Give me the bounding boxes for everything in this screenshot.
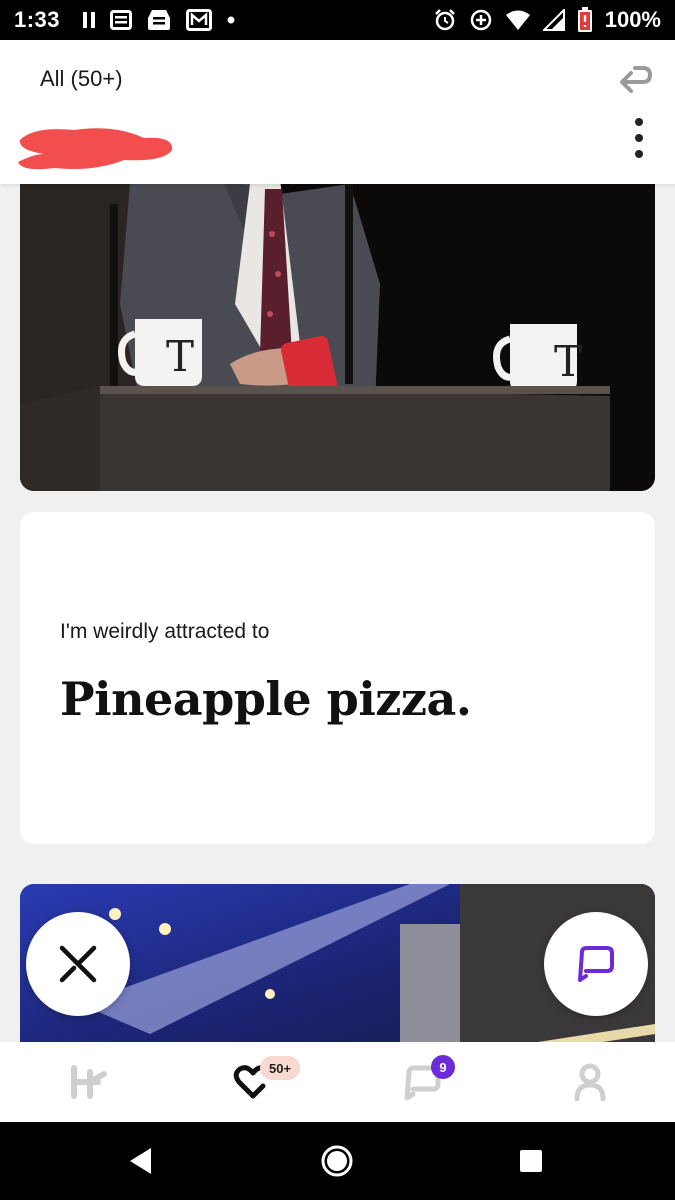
battery-icon [577, 7, 593, 33]
comment-button[interactable] [544, 912, 648, 1016]
prompt-card[interactable]: I'm weirdly attracted to Pineapple pizza… [20, 512, 655, 844]
gmail-icon [186, 9, 213, 31]
tab-profile[interactable] [540, 1042, 640, 1122]
tab-likes[interactable] [203, 1042, 303, 1122]
hinge-logo-icon [71, 1065, 107, 1099]
nav-home-button[interactable] [318, 1142, 356, 1180]
undo-button[interactable] [613, 58, 655, 100]
redacted-name-scribble [18, 128, 173, 170]
prompt-answer: Pineapple pizza. [60, 672, 472, 726]
filter-dropdown[interactable]: All (50+) [40, 66, 123, 92]
status-bar: 1:33 100% [0, 0, 675, 40]
more-options-button[interactable] [629, 118, 649, 158]
feed-header: All (50+) [0, 40, 675, 184]
home-circle-icon [321, 1145, 353, 1177]
signal-icon [542, 9, 565, 31]
undo-arrow-icon [620, 66, 653, 93]
nav-back-button[interactable] [122, 1142, 160, 1180]
recents-square-icon [520, 1150, 542, 1172]
data-saver-icon [469, 8, 493, 32]
bottom-tab-bar: 50+ 9 [0, 1042, 675, 1122]
comment-bubble-icon [578, 946, 614, 982]
back-triangle-icon [130, 1148, 151, 1174]
matches-count-badge: 9 [431, 1055, 455, 1079]
inbox-icon [146, 8, 172, 32]
svg-text:T: T [554, 337, 582, 386]
app-screen: 1:33 100% All (50+) T T I'm weirdly attr… [0, 0, 675, 1200]
profile-photo[interactable]: T T [20, 184, 655, 491]
nav-recents-button[interactable] [512, 1142, 550, 1180]
skip-button[interactable] [26, 912, 130, 1016]
more-vertical-icon [635, 118, 643, 126]
close-x-icon [59, 945, 97, 983]
tab-matches[interactable] [373, 1042, 473, 1122]
profile-feed[interactable]: T T I'm weirdly attracted to Pineapple p… [0, 184, 675, 1042]
battery-percent: 100% [604, 7, 661, 32]
photo-speaker-at-podium: T T [20, 184, 655, 491]
svg-text:T: T [166, 332, 194, 381]
notification-icons [82, 8, 236, 32]
dot-icon [226, 15, 236, 25]
pause-icon [82, 11, 96, 29]
tab-home[interactable] [38, 1042, 138, 1122]
alarm-icon [433, 8, 457, 32]
prompt-question: I'm weirdly attracted to [60, 620, 270, 643]
person-icon [574, 1063, 606, 1101]
wifi-icon [505, 9, 531, 31]
system-nav-bar [0, 1122, 675, 1200]
system-icons: 100% [433, 7, 661, 33]
status-time: 1:33 [14, 7, 61, 32]
news-icon [110, 10, 133, 30]
likes-count-badge: 50+ [260, 1056, 301, 1080]
